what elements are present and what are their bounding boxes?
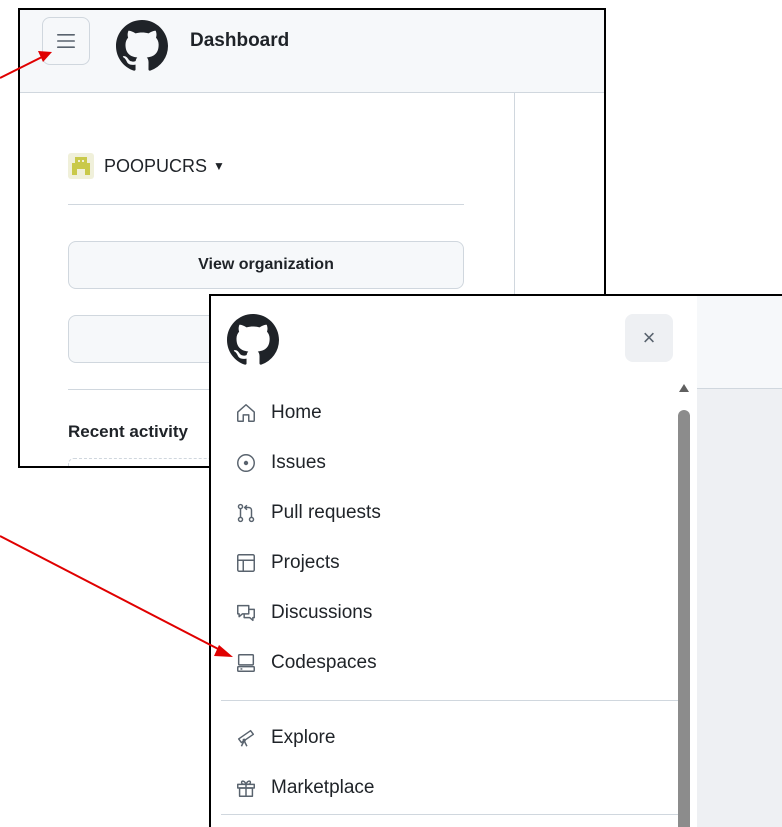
nav-item-codespaces[interactable]: Codespaces (221, 638, 671, 688)
page-backdrop-header (697, 296, 782, 389)
page-title[interactable]: Dashboard (190, 30, 289, 52)
telescope-icon (237, 729, 255, 747)
nav-item-label: Projects (271, 552, 340, 573)
nav-item-label: Codespaces (271, 652, 377, 673)
nav-item-label: Pull requests (271, 502, 381, 523)
home-icon (237, 404, 255, 422)
secondary-nav: Explore Marketplace (221, 713, 671, 813)
scrollbar[interactable] (677, 384, 691, 827)
pull-request-icon (237, 503, 255, 523)
org-avatar (68, 153, 94, 179)
nav-item-issues[interactable]: Issues (221, 438, 671, 488)
caret-down-icon: ▼ (213, 159, 225, 173)
nav-item-label: Home (271, 402, 322, 423)
nav-item-label: Marketplace (271, 777, 375, 798)
nav-divider (221, 700, 689, 701)
github-logo-icon[interactable] (116, 20, 168, 77)
discussion-icon (237, 604, 255, 622)
navigation-drawer: × Home Issues Pull requests Projects Dis… (211, 296, 697, 827)
github-logo-icon[interactable] (227, 314, 279, 371)
nav-item-discussions[interactable]: Discussions (221, 588, 671, 638)
nav-item-home[interactable]: Home (221, 388, 671, 438)
primary-nav: Home Issues Pull requests Projects Discu… (221, 388, 671, 688)
org-switcher[interactable]: POOPUCRS ▼ (68, 153, 225, 179)
scrollbar-thumb[interactable] (678, 410, 690, 827)
hamburger-icon (57, 34, 75, 48)
nav-item-explore[interactable]: Explore (221, 713, 671, 763)
gift-icon (237, 780, 255, 797)
nav-item-label: Discussions (271, 602, 373, 623)
nav-item-label: Explore (271, 727, 336, 748)
recent-activity-heading: Recent activity (68, 422, 188, 441)
view-organization-button[interactable]: View organization (68, 241, 464, 289)
close-drawer-button[interactable]: × (625, 314, 673, 362)
nav-divider (221, 814, 689, 815)
top-header: Dashboard (20, 10, 604, 93)
nav-item-marketplace[interactable]: Marketplace (221, 763, 671, 813)
codespaces-icon (237, 654, 255, 672)
org-name: POOPUCRS (104, 155, 208, 176)
divider (68, 204, 464, 205)
navigation-drawer-screenshot: × Home Issues Pull requests Projects Dis… (209, 294, 782, 827)
issue-icon (237, 454, 255, 472)
nav-item-label: Issues (271, 452, 326, 473)
nav-item-pull-requests[interactable]: Pull requests (221, 488, 671, 538)
nav-item-projects[interactable]: Projects (221, 538, 671, 588)
arrow-to-codespaces (0, 535, 233, 657)
close-icon: × (642, 325, 656, 350)
project-icon (237, 554, 255, 572)
scroll-up-arrow-icon[interactable] (679, 384, 689, 392)
hamburger-menu-button[interactable] (42, 17, 90, 65)
